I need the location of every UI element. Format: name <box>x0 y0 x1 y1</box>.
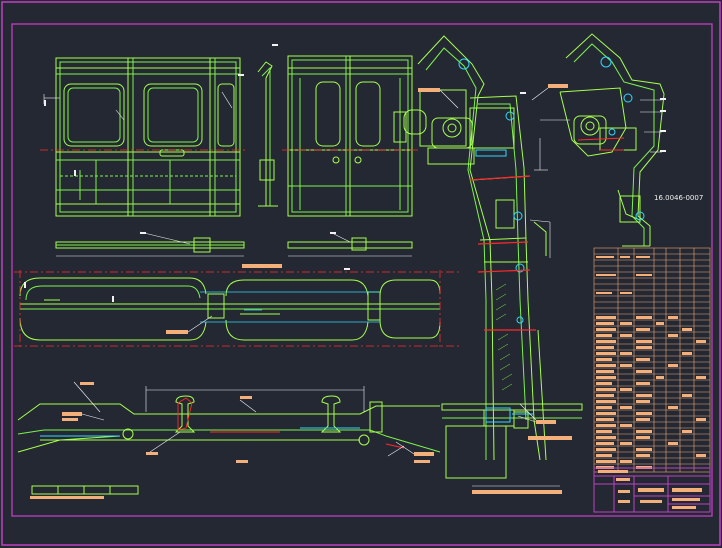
part-number-label: 16.0046-0007 <box>654 194 704 202</box>
drawing-canvas <box>0 0 722 548</box>
cad-drawing-sheet: 16.0046-0007 <box>0 0 722 548</box>
